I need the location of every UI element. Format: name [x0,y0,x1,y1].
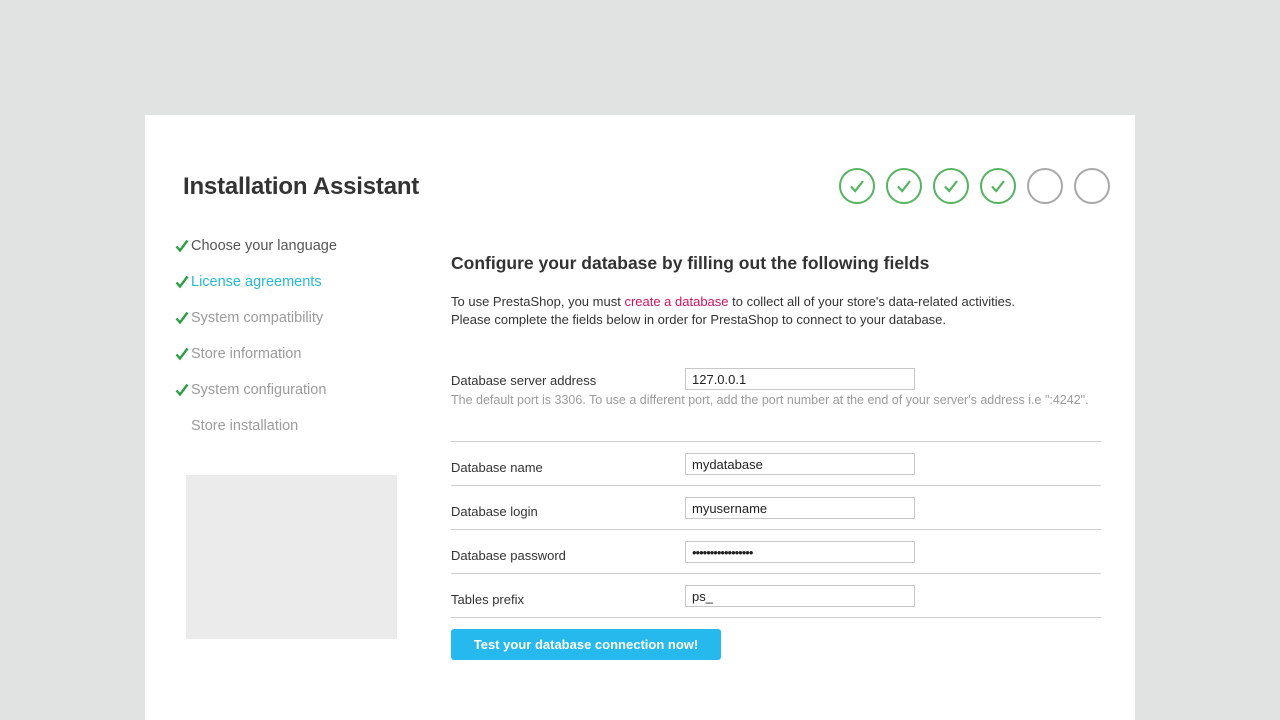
step-6-pending-icon [1074,168,1110,204]
step-4-complete-icon [980,168,1016,204]
sidebar-item-label: Choose your language [191,238,337,254]
checkmark-icon [175,311,189,325]
server-address-label: Database server address [451,373,597,388]
field-row-tables-prefix: Tables prefix ps_ [451,574,1101,618]
field-row-server: Database server address 127.0.0.1 The de… [451,368,1101,442]
sidebar-image-placeholder [186,475,397,639]
sidebar-item-label: Store installation [191,418,299,434]
field-row-database-name: Database name mydatabase [451,442,1101,486]
sidebar-item-label: System configuration [191,382,327,398]
database-name-label: Database name [451,460,543,475]
tables-prefix-label: Tables prefix [451,592,524,607]
create-database-link[interactable]: create a database [624,294,728,309]
intro-text-line: Please complete the fields below in orde… [451,312,947,327]
sidebar-item-label: Store information [191,346,302,362]
sidebar-item-license-agreements[interactable]: License agreements [175,273,405,309]
database-password-label: Database password [451,548,566,563]
section-heading: Configure your database by filling out t… [451,253,930,273]
sidebar-item-system-compatibility[interactable]: System compatibility [175,309,405,345]
checkmark-icon [175,347,189,361]
sidebar-steps: Choose your language License agreements … [175,237,405,453]
sidebar-item-store-information[interactable]: Store information [175,345,405,381]
checkmark-icon [175,275,189,289]
sidebar-item-system-configuration[interactable]: System configuration [175,381,405,417]
installer-card: Installation Assistant Choose your langu… [145,115,1135,720]
server-address-input[interactable]: 127.0.0.1 [685,368,915,390]
database-login-label: Database login [451,504,538,519]
intro-text-part: To use PrestaShop, you must [451,294,625,309]
tables-prefix-input[interactable]: ps_ [685,585,915,607]
intro-text-part: to collect all of your store's data-rela… [728,294,1015,309]
step-3-complete-icon [933,168,969,204]
sidebar-item-choose-language[interactable]: Choose your language [175,237,405,273]
sidebar-item-label: System compatibility [191,310,324,326]
step-1-complete-icon [839,168,875,204]
checkmark-icon [175,383,189,397]
field-row-database-login: Database login myusername [451,486,1101,530]
database-password-input[interactable]: ••••••••••••••••• [685,541,915,563]
intro-text: To use PrestaShop, you must create a dat… [451,293,1015,329]
page-title: Installation Assistant [183,173,420,200]
step-5-pending-icon [1027,168,1063,204]
checkmark-icon [175,239,189,253]
field-row-database-password: Database password ••••••••••••••••• [451,530,1101,574]
step-2-complete-icon [886,168,922,204]
database-login-input[interactable]: myusername [685,497,915,519]
sidebar-item-store-installation: Store installation [175,417,405,453]
database-name-input[interactable]: mydatabase [685,453,915,475]
sidebar-item-label: License agreements [191,274,322,290]
database-config-form: Configure your database by filling out t… [451,253,1101,660]
server-address-hint: The default port is 3306. To use a diffe… [451,393,1089,407]
test-connection-button[interactable]: Test your database connection now! [451,629,721,660]
